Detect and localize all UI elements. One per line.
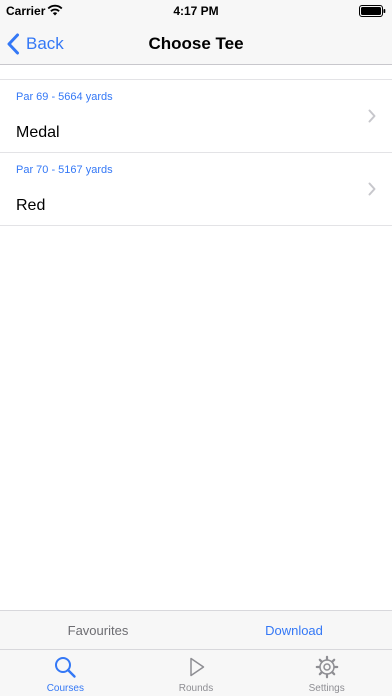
clock: 4:17 PM [173,4,219,18]
tee-detail: Par 69 - 5664 yards [16,91,113,103]
tab-courses[interactable]: Courses [0,650,131,696]
page-title: Choose Tee [148,34,244,53]
tab-rounds[interactable]: Rounds [131,650,262,696]
tee-name: Medal [16,124,60,141]
chevron-right-icon [368,182,376,196]
tee-row-medal[interactable]: Par 69 - 5664 yards Medal [0,80,392,153]
tee-row-red[interactable]: Par 70 - 5167 yards Red [0,153,392,226]
search-icon [55,657,77,678]
tab-label: Courses [46,683,84,694]
download-button[interactable]: Download [196,611,392,649]
tee-list: Par 69 - 5664 yards Medal Par 70 - 5167 … [0,79,392,226]
favourites-button[interactable]: Favourites [0,611,196,649]
play-icon [190,657,205,677]
segment-bar: Favourites Download [0,610,392,650]
tab-label: Settings [308,683,345,694]
status-bar: Carrier 4:17 PM [0,0,392,22]
gear-icon [315,655,338,679]
tee-detail: Par 70 - 5167 yards [16,164,113,176]
chevron-right-icon [368,109,376,123]
tee-name: Red [16,197,46,214]
tab-label: Rounds [178,683,214,694]
tab-settings[interactable]: Settings [261,650,392,696]
navigation-bar: Back Choose Tee [0,22,392,65]
tab-bar: Courses Rounds Settings [0,650,392,696]
battery-icon [359,5,386,17]
